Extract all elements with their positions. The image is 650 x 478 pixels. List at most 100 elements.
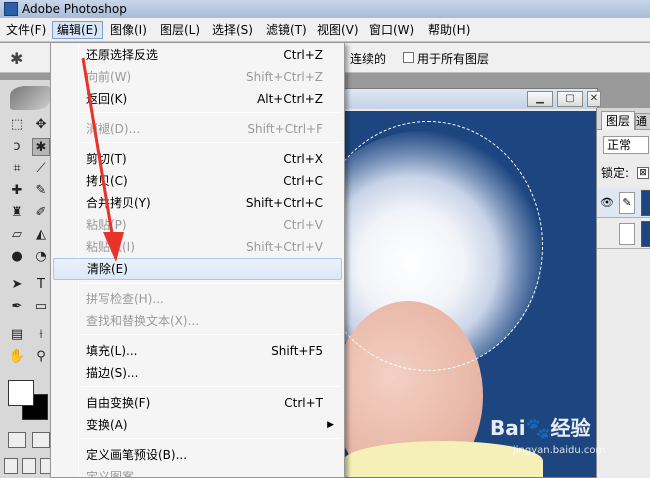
layer-row[interactable]	[597, 219, 650, 249]
path-select-icon[interactable]: ➤	[8, 276, 26, 294]
menu-item-label: 拼写检查(H)...	[86, 292, 164, 306]
menu-file[interactable]: 文件(F)	[2, 21, 50, 39]
menu-item-label: 拷贝(C)	[86, 174, 128, 188]
photoshop-window: Adobe Photoshop 文件(F) 编辑(E) 图像(I) 图层(L) …	[0, 0, 650, 478]
menu-item-cut[interactable]: 剪切(T) Ctrl+X	[53, 148, 342, 170]
menu-item-define-pattern[interactable]: 定义图案	[53, 466, 342, 478]
layers-panel-tabs: 图层 通	[597, 108, 650, 130]
foreground-color-swatch[interactable]	[8, 380, 34, 406]
title-bar: Adobe Photoshop	[0, 0, 650, 18]
menu-edit[interactable]: 编辑(E)	[52, 21, 103, 39]
menu-item-label: 剪切(T)	[86, 152, 127, 166]
clone-stamp-icon[interactable]: ♜	[8, 204, 26, 222]
menu-select[interactable]: 选择(S)	[208, 21, 257, 39]
history-brush-icon[interactable]: ✐	[32, 204, 50, 222]
slice-tool-icon[interactable]: ⟋	[32, 160, 50, 178]
tab-channels[interactable]: 通	[635, 113, 650, 130]
menu-item-shortcut: Ctrl+C	[283, 174, 323, 188]
menu-item-find-replace[interactable]: 查找和替换文本(X)...	[53, 310, 342, 332]
menu-filter[interactable]: 滤镜(T)	[262, 21, 311, 39]
shape-tool-icon[interactable]: ▭	[32, 298, 50, 316]
hand-tool-icon[interactable]: ✋	[8, 348, 26, 366]
menu-item-label: 描边(S)...	[86, 366, 139, 380]
menu-help[interactable]: 帮助(H)	[424, 21, 474, 39]
menu-item-fade[interactable]: 消褪(D)... Shift+Ctrl+F	[53, 118, 342, 140]
menu-item-label: 返回(K)	[86, 92, 128, 106]
menu-item-fill[interactable]: 填充(L)... Shift+F5	[53, 340, 342, 362]
menu-item-define-brush[interactable]: 定义画笔预设(B)...	[53, 444, 342, 466]
toolbox: ⬚ ✥ ↄ ✱ ⌗ ⟋ ✚ ✎ ♜ ✐ ▱ ◭ ● ◔ ➤ T ✒ ▭ ▤ ⟊ …	[0, 80, 56, 478]
menu-item-shortcut: Shift+Ctrl+C	[245, 196, 323, 210]
eye-icon[interactable]: 👁	[600, 196, 614, 209]
close-button[interactable]: ✕	[587, 91, 601, 107]
menu-item-label: 定义画笔预设(B)...	[86, 448, 188, 462]
menu-separator	[81, 142, 340, 143]
brush-link-icon: ✎	[619, 192, 635, 214]
lock-transparency-checkbox[interactable]: ⊠	[637, 167, 649, 179]
menu-item-undo[interactable]: 还原选择反选 Ctrl+Z	[53, 44, 342, 66]
eraser-tool-icon[interactable]: ▱	[8, 226, 26, 244]
menu-item-free-transform[interactable]: 自由变换(F) Ctrl+T	[53, 392, 342, 414]
menu-window[interactable]: 窗口(W)	[365, 21, 418, 39]
menu-item-paste[interactable]: 粘贴(P) Ctrl+V	[53, 214, 342, 236]
zoom-tool-icon[interactable]: ⚲	[32, 348, 50, 366]
eyedropper-icon[interactable]: ⟊	[32, 326, 50, 344]
magic-wand-tool-icon[interactable]: ✱	[32, 138, 50, 156]
menu-item-step-forward[interactable]: 向前(W) Shift+Ctrl+Z	[53, 66, 342, 88]
contiguous-label: 连续的	[350, 52, 387, 66]
menu-layer[interactable]: 图层(L)	[156, 21, 204, 39]
all-layers-checkbox[interactable]	[403, 52, 414, 63]
app-title: Adobe Photoshop	[22, 2, 127, 16]
quick-mask-icon[interactable]	[32, 432, 50, 448]
blur-tool-icon[interactable]: ●	[8, 248, 26, 266]
menu-item-copy[interactable]: 拷贝(C) Ctrl+C	[53, 170, 342, 192]
minimize-button[interactable]: ▁	[527, 91, 553, 107]
menu-image[interactable]: 图像(I)	[106, 21, 151, 39]
menu-item-label: 粘贴(P)	[86, 218, 127, 232]
blend-mode-select[interactable]: 正常	[603, 136, 649, 154]
edit-menu-dropdown: 还原选择反选 Ctrl+Z 向前(W) Shift+Ctrl+Z 返回(K) A…	[50, 42, 345, 478]
feather-logo-icon	[10, 86, 50, 110]
watermark-brand: Bai	[490, 416, 526, 440]
layer-row[interactable]: 👁 ✎	[597, 188, 650, 218]
paw-icon: 🐾	[525, 416, 551, 440]
type-tool-icon[interactable]: T	[32, 276, 50, 294]
marching-ants-selection	[343, 121, 543, 371]
menu-view[interactable]: 视图(V)	[313, 21, 363, 39]
dodge-tool-icon[interactable]: ◔	[32, 248, 50, 266]
move-tool-icon[interactable]: ✥	[32, 116, 50, 134]
marquee-tool-icon[interactable]: ⬚	[8, 116, 26, 134]
brush-tool-icon[interactable]: ✎	[32, 182, 50, 200]
menu-item-transform[interactable]: 变换(A) ▶	[53, 414, 342, 436]
baidu-watermark: Bai🐾经验	[490, 412, 591, 441]
menu-item-check-spelling[interactable]: 拼写检查(H)...	[53, 288, 342, 310]
tab-layers[interactable]: 图层	[601, 111, 636, 130]
screen-mode-standard-icon[interactable]	[4, 458, 18, 474]
screen-mode-full-menu-icon[interactable]	[22, 458, 36, 474]
menu-item-shortcut: Shift+F5	[271, 344, 323, 358]
menu-item-label: 向前(W)	[86, 70, 132, 84]
pen-tool-icon[interactable]: ✒	[8, 298, 26, 316]
crop-tool-icon[interactable]: ⌗	[8, 160, 26, 178]
menu-item-label: 查找和替换文本(X)...	[86, 314, 200, 328]
menu-item-stroke[interactable]: 描边(S)...	[53, 362, 342, 384]
menu-item-clear[interactable]: 清除(E)	[53, 258, 342, 280]
menu-separator	[81, 112, 340, 113]
menu-item-paste-into[interactable]: 粘贴入(I) Shift+Ctrl+V	[53, 236, 342, 258]
menu-separator	[81, 438, 340, 439]
menu-item-copy-merged[interactable]: 合并拷贝(Y) Shift+Ctrl+C	[53, 192, 342, 214]
lock-label: 锁定:	[601, 166, 630, 180]
lasso-tool-icon[interactable]: ↄ	[8, 138, 26, 156]
maximize-button[interactable]: ▢	[557, 91, 583, 107]
menu-bar: 文件(F) 编辑(E) 图像(I) 图层(L) 选择(S) 滤镜(T) 视图(V…	[0, 18, 650, 42]
magic-wand-icon[interactable]: ✱	[10, 49, 23, 68]
brush-link-icon	[619, 223, 635, 245]
standard-mode-icon[interactable]	[8, 432, 26, 448]
layers-panel: 图层 通 正常 锁定: ⊠ 👁 ✎	[596, 108, 650, 478]
menu-item-step-backward[interactable]: 返回(K) Alt+Ctrl+Z	[53, 88, 342, 110]
notes-tool-icon[interactable]: ▤	[8, 326, 26, 344]
menu-item-shortcut: Ctrl+X	[283, 152, 323, 166]
watermark-url: jingyan.baidu.com	[513, 445, 606, 456]
paint-bucket-icon[interactable]: ◭	[32, 226, 50, 244]
healing-brush-icon[interactable]: ✚	[8, 182, 26, 200]
